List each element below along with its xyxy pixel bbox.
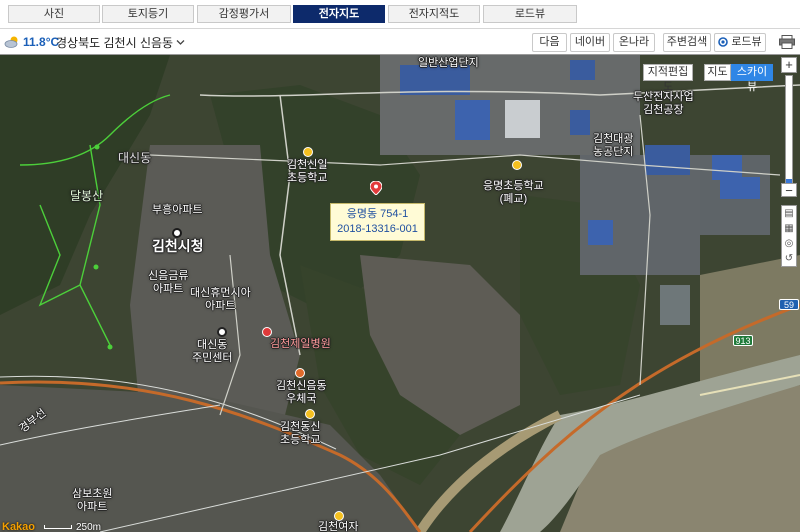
post-office-icon[interactable] <box>295 368 305 378</box>
location-toolbar: 11.8°C 경상북도 김천시 신음동 다음 네이버 온나라 주변검색 로드뷰 <box>0 28 800 55</box>
nearby-search-button[interactable]: 주변검색 <box>663 33 711 52</box>
school-icon[interactable] <box>512 160 522 170</box>
map-view-button[interactable]: 지도 <box>704 64 731 81</box>
chevron-down-icon <box>176 40 185 45</box>
address-text: 경상북도 김천시 신음동 <box>56 36 174 50</box>
radius-icon[interactable]: ◎ <box>782 236 796 251</box>
map-side-tools: ▤ ▦ ◎ ↺ <box>781 205 797 267</box>
cloudy-icon <box>4 36 18 48</box>
label-girls-school: 김천여자 <box>318 521 359 532</box>
cadastral-overlay-button[interactable]: 지적편집도 <box>643 64 693 93</box>
school-icon[interactable] <box>303 147 313 157</box>
label-dongsin-school: 김천동신 초등학교 <box>280 421 321 446</box>
roadview-pin-icon <box>718 36 729 47</box>
satellite-map[interactable]: 일반산업단지 두산전자사업 김천공장 김천대광 농공단지 김천신일 초등학교 응… <box>0 55 800 532</box>
label-community-center: 대신동 주민센터 <box>192 339 233 364</box>
property-callout[interactable]: 응명동 754-1 2018-13316-001 <box>330 203 425 241</box>
label-daesin-dong: 대신동 <box>118 151 152 165</box>
weather-widget: 11.8°C <box>4 35 59 49</box>
scale-bar: 250m <box>44 522 101 532</box>
callout-address: 응명동 754-1 <box>346 208 409 220</box>
ruler-icon[interactable]: ▤ <box>782 206 796 221</box>
school-icon[interactable] <box>334 511 344 521</box>
label-city-hall: 김천시청 <box>152 238 204 254</box>
zoom-slider[interactable] <box>785 75 793 185</box>
label-industrial-complex: 일반산업단지 <box>418 57 479 69</box>
hospital-icon[interactable] <box>262 327 272 337</box>
tab-photo[interactable]: 사진 <box>8 5 100 23</box>
zoom-in-button[interactable]: + <box>781 57 797 73</box>
city-hall-icon[interactable] <box>172 228 182 238</box>
tab-electronic-map[interactable]: 전자지도 <box>293 5 385 23</box>
kakao-logo: Kakao <box>2 521 36 532</box>
school-icon[interactable] <box>305 409 315 419</box>
zoom-out-button[interactable]: − <box>781 183 797 197</box>
tab-land-registry[interactable]: 토지등기 <box>102 5 194 23</box>
address-selector[interactable]: 경상북도 김천시 신음동 <box>56 34 185 51</box>
callout-case-number: 2018-13316-001 <box>337 223 418 235</box>
label-sambo-apartment: 삼보초원 아파트 <box>72 488 113 513</box>
scale-label: 250m <box>76 521 102 532</box>
onnara-button[interactable]: 온나라 <box>613 33 655 52</box>
label-post-office: 김천신음동 우체국 <box>276 380 327 405</box>
daum-button[interactable]: 다음 <box>532 33 567 52</box>
label-dalbong-mountain: 달봉산 <box>70 189 104 203</box>
road-59-badge: 59 <box>779 299 799 310</box>
label-jeil-hospital: 김천제일병원 <box>270 338 331 350</box>
tab-roadview[interactable]: 로드뷰 <box>483 5 577 23</box>
community-center-icon[interactable] <box>217 327 227 337</box>
satellite-imagery <box>0 55 800 532</box>
scale-bar-line <box>44 525 72 529</box>
tab-cadastral-map[interactable]: 전자지적도 <box>388 5 480 23</box>
road-913-badge: 913 <box>733 335 753 346</box>
label-daesin-humansia: 대신휴먼시아 아파트 <box>190 287 251 312</box>
label-sinil-school: 김천신일 초등학교 <box>287 159 328 184</box>
print-icon[interactable] <box>779 35 795 49</box>
label-eungmyeong-school: 응명초등학교 (폐교) <box>483 180 544 205</box>
skyview-button[interactable]: 스카이뷰 <box>731 64 773 93</box>
roadview-label: 로드뷰 <box>731 36 762 48</box>
tab-appraisal[interactable]: 감정평가서 <box>197 5 291 23</box>
area-icon[interactable]: ▦ <box>782 221 796 236</box>
reset-icon[interactable]: ↺ <box>782 251 796 266</box>
temperature: 11.8°C <box>23 35 60 49</box>
tab-bar: 사진 토지등기 감정평가서 전자지도 전자지적도 로드뷰 <box>0 0 800 28</box>
label-buheung-apartment: 부흥아파트 <box>152 204 203 216</box>
naver-button[interactable]: 네이버 <box>570 33 610 52</box>
roadview-button[interactable]: 로드뷰 <box>714 33 766 52</box>
label-daegwang-industrial: 김천대광 농공단지 <box>593 133 634 158</box>
label-singeum-apartment: 신음금류 아파트 <box>148 270 189 295</box>
property-marker-icon[interactable] <box>370 181 382 195</box>
